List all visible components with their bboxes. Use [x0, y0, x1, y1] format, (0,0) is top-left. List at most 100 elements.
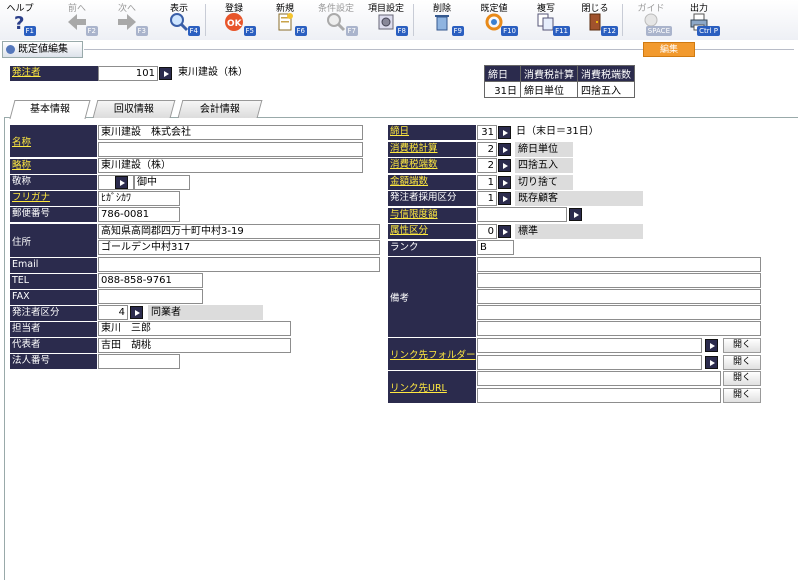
name-line1-input[interactable]: 東川建設 株式会社	[98, 125, 363, 140]
furigana-label: フリガナ	[10, 191, 97, 206]
ctrl-p-key-badge: Ctrl P	[697, 26, 720, 36]
closing-day-picker-button[interactable]	[498, 126, 511, 139]
f6-key-badge: F6	[294, 26, 307, 36]
link-folder-line2-input[interactable]	[477, 355, 702, 370]
link-url-open-button-2[interactable]: 開く	[723, 388, 761, 403]
notes-line4-input[interactable]	[477, 305, 761, 320]
toolbar-separator	[205, 4, 206, 36]
f12-key-badge: F12	[601, 26, 618, 36]
notes-line3-input[interactable]	[477, 289, 761, 304]
trash-icon	[435, 15, 449, 31]
tel-label: TEL	[10, 274, 97, 289]
close-button[interactable]: 閉じる F12	[572, 0, 618, 40]
delete-button[interactable]: 削除 F9	[420, 0, 464, 40]
notes-line5-input[interactable]	[477, 321, 761, 336]
ok-icon: OK	[225, 13, 243, 31]
short-name-input[interactable]: 東川建設（株）	[98, 158, 363, 173]
link-folder-browse-icon[interactable]	[705, 339, 718, 352]
short-name-label: 略称	[10, 159, 97, 174]
attribute-type-input[interactable]: 0	[477, 224, 497, 239]
representative-label: 代表者	[10, 338, 97, 353]
link-url-line2-input[interactable]	[477, 388, 721, 403]
name-line2-input[interactable]	[98, 142, 363, 157]
furigana-input[interactable]: ﾋｶﾞｼｶﾜ	[98, 191, 180, 206]
prev-button[interactable]: 前へ F2	[56, 0, 98, 40]
summary-value-close: 31日	[484, 81, 521, 98]
attribute-type-label: 属性区分	[388, 224, 476, 239]
page-title: 既定値編集	[18, 44, 68, 55]
register-button[interactable]: 登録 OK F5	[212, 0, 256, 40]
amount-rounding-input[interactable]: 1	[477, 175, 497, 190]
view-button[interactable]: 表示 F4	[158, 0, 200, 40]
tab-collection-info[interactable]: 回収情報	[92, 100, 176, 118]
honorific-picker-button[interactable]	[115, 176, 128, 189]
summary-header-tax-round: 消費税端数	[577, 65, 635, 82]
tel-input[interactable]: 088-858-9761	[98, 273, 203, 288]
amount-rounding-picker-button[interactable]	[498, 176, 511, 189]
postal-code-label: 郵便番号	[10, 207, 97, 222]
edit-mode-badge[interactable]: 編集	[643, 42, 695, 57]
tax-calc-input[interactable]: 2	[477, 142, 497, 157]
notes-line1-input[interactable]	[477, 257, 761, 272]
tax-rounding-label: 消費税端数	[388, 158, 476, 173]
credit-limit-input[interactable]	[477, 207, 567, 222]
link-folder-open-button-2[interactable]: 開く	[723, 355, 761, 370]
f11-key-badge: F11	[553, 26, 570, 36]
adoption-type-input[interactable]: 1	[477, 191, 497, 206]
next-button[interactable]: 次へ F3	[106, 0, 148, 40]
link-url-line1-input[interactable]	[477, 371, 721, 386]
credit-limit-picker-button[interactable]	[569, 208, 582, 221]
orderer-type-picker-button[interactable]	[130, 306, 143, 319]
address-line1-input[interactable]: 高知県高岡郡四万十町中村3-19	[98, 224, 380, 239]
rank-input[interactable]: B	[477, 240, 514, 255]
globe-icon	[6, 45, 15, 54]
orderer-type-code-input[interactable]: 4	[98, 305, 128, 320]
notes-line2-input[interactable]	[477, 273, 761, 288]
item-settings-button[interactable]: 項目設定 F8	[364, 0, 408, 40]
name-label: 名称	[10, 125, 97, 157]
link-folder-line1-input[interactable]	[477, 338, 702, 353]
representative-input[interactable]: 吉田 胡桃	[98, 338, 291, 353]
credit-limit-label: 与信限度額	[388, 208, 476, 223]
default-edit-title-button[interactable]: 既定値編集	[2, 41, 83, 58]
condition-button[interactable]: 条件設定 F7	[314, 0, 358, 40]
tab-accounting-info[interactable]: 会計情報	[177, 100, 263, 118]
space-key-badge: SPACE	[645, 26, 672, 36]
new-document-icon	[278, 13, 293, 31]
f3-key-badge: F3	[135, 26, 148, 36]
postal-code-input[interactable]: 786-0081	[98, 207, 180, 222]
address-line2-input[interactable]: ゴールデン中村317	[98, 240, 380, 255]
summary-header-close: 締日	[484, 65, 521, 82]
email-input[interactable]	[98, 257, 380, 272]
corporate-number-input[interactable]	[98, 354, 180, 369]
tab-basic-info[interactable]: 基本情報	[9, 100, 91, 119]
summary-table: 締日 消費税計算 消費税端数 31日 締日単位 四捨五入	[484, 65, 635, 98]
orderer-code-input[interactable]: 101	[98, 66, 158, 81]
contact-person-input[interactable]: 東川 三郎	[98, 321, 291, 336]
copy-button[interactable]: 複写 F11	[522, 0, 570, 40]
help-button[interactable]: ヘルプ ? F1	[4, 0, 36, 40]
fax-input[interactable]	[98, 289, 203, 304]
attribute-type-picker-button[interactable]	[498, 225, 511, 238]
new-button[interactable]: 新規 F6	[263, 0, 307, 40]
summary-header-tax-calc: 消費税計算	[520, 65, 578, 82]
guide-button[interactable]: ガイド SPACE	[630, 0, 672, 40]
link-url-label: リンク先URL	[388, 371, 476, 403]
link-folder-browse-icon[interactable]	[705, 356, 718, 369]
tab-collection-info-label: 回収情報	[113, 104, 154, 115]
output-button[interactable]: 出力 Ctrl P	[678, 0, 720, 40]
default-value-button[interactable]: 既定値 F10	[470, 0, 518, 40]
orderer-label[interactable]: 発注者	[10, 66, 98, 81]
tax-rounding-input[interactable]: 2	[477, 158, 497, 173]
address-label: 住所	[10, 224, 97, 257]
link-folder-open-button-1[interactable]: 開く	[723, 338, 761, 353]
f1-key-badge: F1	[23, 26, 36, 36]
orderer-picker-button[interactable]	[159, 67, 172, 80]
tax-calc-picker-button[interactable]	[498, 143, 511, 156]
f2-key-badge: F2	[85, 26, 98, 36]
link-url-open-button-1[interactable]: 開く	[723, 371, 761, 386]
adoption-type-picker-button[interactable]	[498, 192, 511, 205]
closing-day-input[interactable]: 31	[477, 125, 497, 140]
tax-rounding-picker-button[interactable]	[498, 159, 511, 172]
tax-rounding-name: 四捨五入	[515, 158, 573, 173]
